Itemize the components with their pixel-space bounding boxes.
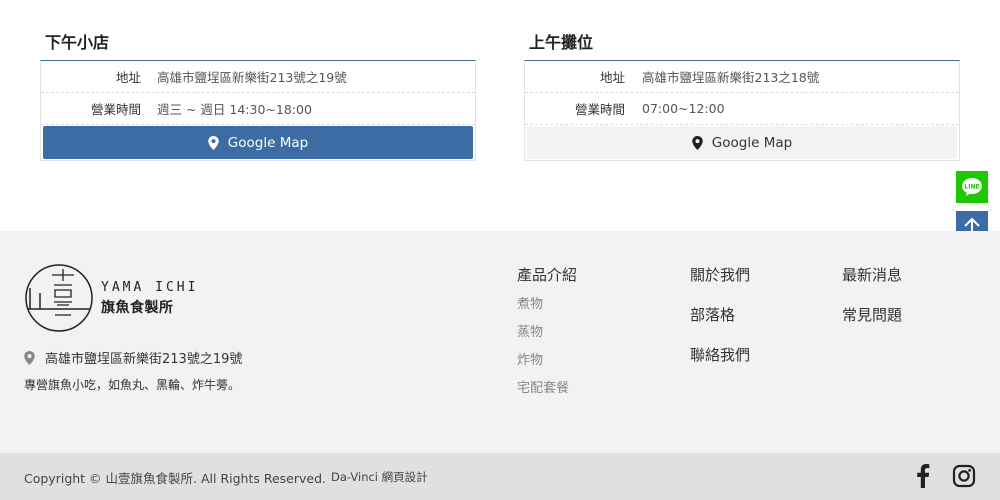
footer-link-contact[interactable]: 聯絡我們 <box>690 344 750 366</box>
google-map-button[interactable]: Google Map <box>43 126 473 159</box>
copyright-text: Copyright © 山壹旗魚食製所. All Rights Reserved… <box>24 471 326 486</box>
footer-link-blog[interactable]: 部落格 <box>690 304 750 326</box>
site-footer: YAMA ICHI 旗魚食製所 高雄市鹽埕區新樂街213號之19號 專營旗魚小吃… <box>0 231 1000 453</box>
footer-products-column: 產品介紹 煮物 蒸物 炸物 宅配套餐 <box>517 264 577 398</box>
footer-description: 專營旗魚小吃，如魚丸、黑輪、炸牛蒡。 <box>24 378 241 392</box>
address-value: 高雄市鹽埕區新樂街213號之19號 <box>157 70 347 85</box>
line-button[interactable]: LINE <box>956 171 988 203</box>
hours-label: 營業時間 <box>574 102 625 117</box>
hours-value: 週三 ~ 週日 14:30~18:00 <box>157 102 312 117</box>
line-icon-text: LINE <box>964 184 979 191</box>
footer-nav-column-3: 最新消息 常見問題 <box>842 264 902 344</box>
store-card-morning: 上午攤位 地址 高雄市鹽埕區新樂街213之18號 營業時間 07:00~12:0… <box>524 30 960 161</box>
instagram-icon[interactable] <box>952 464 976 488</box>
hours-value: 07:00~12:00 <box>642 101 725 116</box>
footer-link-faq[interactable]: 常見問題 <box>842 304 902 326</box>
google-map-label: Google Map <box>711 134 793 151</box>
address-row: 地址 高雄市鹽埕區新樂街213號之19號 <box>41 61 475 93</box>
address-value: 高雄市鹽埕區新樂街213之18號 <box>642 70 820 85</box>
map-pin-icon <box>208 135 219 150</box>
footer-address: 高雄市鹽埕區新樂街213號之19號 <box>24 348 242 367</box>
store-card-afternoon: 下午小店 地址 高雄市鹽埕區新樂街213號之19號 營業時間 週三 ~ 週日 1… <box>40 30 476 161</box>
logo-zh: 旗魚食製所 <box>101 299 174 316</box>
footer-nav-column-2: 關於我們 部落格 聯絡我們 <box>690 264 750 384</box>
address-row: 地址 高雄市鹽埕區新樂街213之18號 <box>525 61 959 93</box>
hours-row: 營業時間 週三 ~ 週日 14:30~18:00 <box>41 93 475 125</box>
facebook-icon[interactable] <box>916 464 930 488</box>
line-icon: LINE <box>961 177 983 197</box>
store-info-box: 地址 高雄市鹽埕區新樂街213號之19號 營業時間 週三 ~ 週日 14:30~… <box>40 60 476 161</box>
footer-link-fried[interactable]: 炸物 <box>517 351 577 370</box>
designer-credit-link[interactable]: Da-Vinci 網頁設計 <box>331 469 428 485</box>
google-map-label: Google Map <box>227 134 309 151</box>
footer-link-about[interactable]: 關於我們 <box>690 264 750 286</box>
store-info-box: 地址 高雄市鹽埕區新樂街213之18號 營業時間 07:00~12:00 Goo… <box>524 60 960 161</box>
store-title: 下午小店 <box>45 33 110 52</box>
map-pin-icon <box>692 135 703 150</box>
google-map-button[interactable]: Google Map <box>527 126 957 159</box>
brand-logo[interactable]: YAMA ICHI 旗魚食製所 <box>24 263 198 333</box>
logo-text: YAMA ICHI 旗魚食製所 <box>101 280 198 317</box>
hours-label: 營業時間 <box>90 102 141 117</box>
footer-products-title[interactable]: 產品介紹 <box>517 264 577 286</box>
footer-link-delivery-set[interactable]: 宅配套餐 <box>517 379 577 398</box>
hours-row: 營業時間 07:00~12:00 <box>525 93 959 125</box>
footer-address-text: 高雄市鹽埕區新樂街213號之19號 <box>45 352 243 367</box>
footer-link-news[interactable]: 最新消息 <box>842 264 902 286</box>
footer-link-steamed[interactable]: 蒸物 <box>517 323 577 342</box>
address-label: 地址 <box>115 70 141 85</box>
store-title: 上午攤位 <box>529 33 594 52</box>
logo-en: YAMA ICHI <box>101 279 199 295</box>
map-pin-icon <box>24 350 35 365</box>
copyright-bar: Copyright © 山壹旗魚食製所. All Rights Reserved… <box>0 453 1000 500</box>
logo-mark-icon <box>25 264 93 332</box>
footer-link-boiled[interactable]: 煮物 <box>517 295 577 314</box>
address-label: 地址 <box>599 70 625 85</box>
